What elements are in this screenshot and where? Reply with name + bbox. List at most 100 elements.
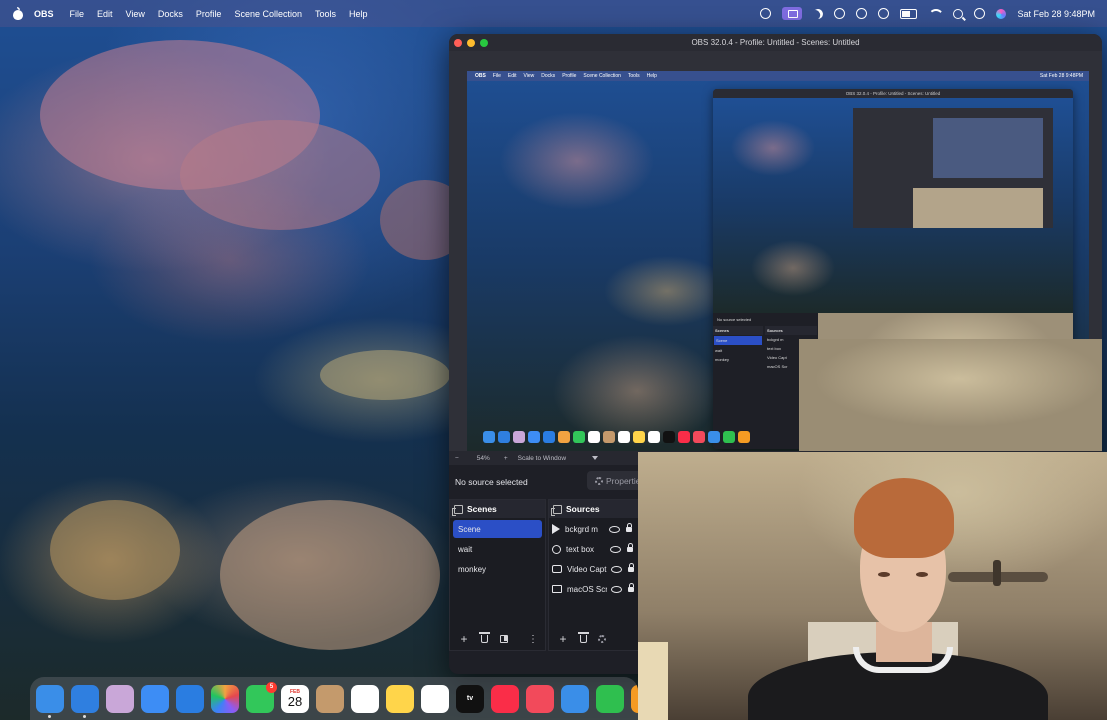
coral-shape [220,500,440,650]
chevron-down-icon[interactable] [592,456,599,460]
preview-camera-feed [799,339,1102,451]
nested-no-source: No source selected [717,317,752,322]
source-item[interactable]: macOS Scr [552,580,635,598]
launchpad-icon[interactable] [106,684,134,713]
source-item[interactable]: text box [552,540,635,558]
zoom-in-button[interactable]: + [504,455,508,462]
music-icon[interactable] [491,684,519,713]
eye-icon[interactable] [611,565,622,573]
globe-icon[interactable] [760,8,772,19]
mini-dock-icon [618,431,630,443]
wifi-icon[interactable] [928,9,942,19]
sources-header: Sources [549,500,638,518]
mini-dock-icon [528,431,540,443]
running-dot [48,714,51,718]
trash-icon [478,632,490,643]
safari-icon[interactable] [71,684,99,718]
source-label: text box [566,544,595,554]
source-label: Video Capt [567,564,607,574]
lock-icon[interactable] [628,582,634,592]
menu-docks[interactable]: Docks [158,9,183,19]
menu-scene-collection[interactable]: Scene Collection [234,9,302,19]
preview-menubar: OBS File Edit View Docks Profile Scene C… [467,71,1089,81]
facetime-icon[interactable]: 5 [246,681,277,713]
scene-item-monkey[interactable]: monkey [453,560,542,578]
dock-window-icon[interactable] [551,504,562,516]
lock-icon[interactable] [628,562,634,572]
zoom-button[interactable] [480,39,488,47]
no-source-label: No source selected [455,477,528,487]
close-button[interactable] [454,39,462,47]
eye-icon[interactable] [610,545,621,553]
freeform-icon[interactable] [421,684,449,713]
preview-dock [483,431,750,445]
numbers-icon[interactable] [596,684,624,713]
window-title: OBS 32.0.4 - Profile: Untitled - Scenes:… [691,38,860,47]
timer-icon[interactable] [878,8,890,19]
lock-icon[interactable] [626,522,632,532]
menu-tools[interactable]: Tools [315,9,336,19]
mini-dock-icon [573,431,585,443]
scene-more-button[interactable]: ⋮ [527,633,539,645]
remove-source-button[interactable] [577,632,589,645]
add-scene-button[interactable]: + [458,632,470,646]
scene-item-scene[interactable]: Scene [453,520,542,538]
battery-icon[interactable] [900,8,918,19]
stage-manager-icon[interactable] [782,7,803,20]
nested-inner-preview [933,118,1043,178]
control-center-icon[interactable] [974,8,986,19]
keynote-icon[interactable] [561,684,589,713]
siri-icon[interactable] [996,8,1007,19]
camera-icon [552,565,562,573]
obs-titlebar[interactable]: OBS 32.0.4 - Profile: Untitled - Scenes:… [449,34,1102,51]
finder-icon[interactable] [36,684,64,718]
calendar-icon[interactable]: FEB 28 [281,684,309,713]
contacts-icon[interactable] [316,684,344,713]
reminders-icon[interactable] [351,684,379,713]
source-properties-button[interactable] [597,633,609,645]
zoom-out-button[interactable]: − [455,455,459,462]
remove-scene-button[interactable] [478,632,490,645]
nested-sources-header: Sources [765,326,817,335]
program-preview[interactable]: OBS File Edit View Docks Profile Scene C… [449,51,1102,451]
menu-file[interactable]: File [70,9,85,19]
play-circle-icon[interactable] [856,8,868,19]
menu-edit[interactable]: Edit [97,9,113,19]
pages-icon[interactable] [631,684,638,713]
add-source-button[interactable]: + [557,632,569,646]
focus-moon-icon[interactable] [812,7,825,20]
menu-view[interactable]: View [126,9,145,19]
source-item[interactable]: bckgrd m [552,520,635,538]
screen-record-icon[interactable] [834,8,846,19]
mini-dock-icon [693,431,705,443]
running-dot [83,714,86,718]
scale-mode-select[interactable]: Scale to Window [518,455,566,462]
menu-app-name[interactable]: OBS [34,9,54,19]
news-icon[interactable] [526,684,554,713]
source-item[interactable]: Video Capt [552,560,635,578]
eye-icon[interactable] [609,525,620,533]
dock-window-icon[interactable] [452,504,463,516]
mini-dock-icon [738,431,750,443]
text-icon [552,544,561,554]
minimize-button[interactable] [467,39,475,47]
menu-help[interactable]: Help [349,9,368,19]
mail-icon[interactable] [141,684,169,713]
spotlight-search-icon[interactable] [953,8,964,19]
notes-icon[interactable] [386,684,414,713]
menu-profile[interactable]: Profile [196,9,222,19]
preview-menu-item: OBS [475,73,486,79]
preview-menu-item: View [523,73,535,79]
appstore-icon[interactable] [176,684,204,713]
photos-icon[interactable] [211,684,239,713]
eye-icon[interactable] [611,585,622,593]
scene-filters-button[interactable] [498,633,510,645]
menu-clock[interactable]: Sat Feb 28 9:48PM [1017,9,1095,19]
lock-icon[interactable] [627,542,633,552]
mini-dock-icon [708,431,720,443]
coral-shape [320,350,450,400]
tv-icon[interactable]: tv [456,684,484,713]
apple-menu-icon[interactable] [12,6,24,21]
preview-menu-item: Tools [627,73,640,79]
scene-item-wait[interactable]: wait [453,540,542,558]
